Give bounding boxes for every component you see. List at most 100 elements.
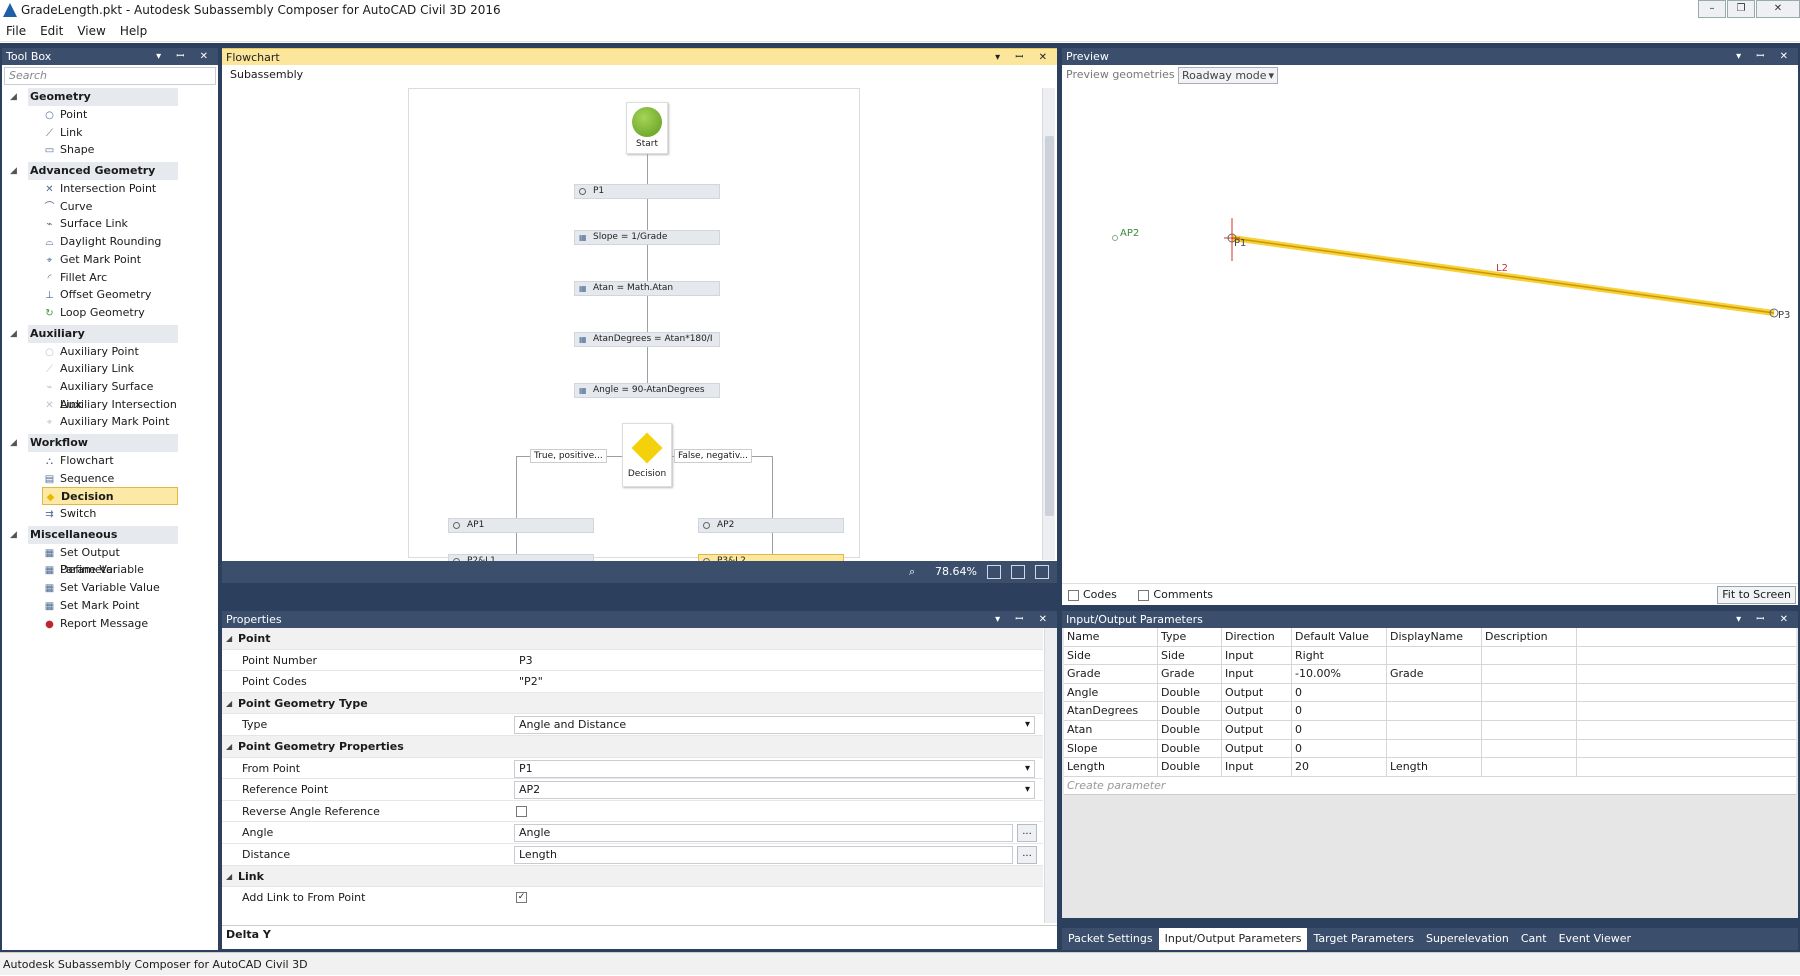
close-button[interactable]: ✕: [1756, 0, 1800, 18]
io-cell[interactable]: Output: [1222, 739, 1292, 758]
flow-node-ap2[interactable]: AP2: [698, 518, 844, 533]
io-cell[interactable]: Double: [1158, 758, 1222, 776]
io-cell[interactable]: [1482, 720, 1577, 739]
tab-superelevation[interactable]: Superelevation: [1420, 928, 1515, 950]
io-row[interactable]: Side Side Input Right: [1064, 646, 1796, 666]
create-parameter-input[interactable]: Create parameter: [1064, 776, 1796, 795]
io-cell[interactable]: [1482, 646, 1577, 665]
property-value-field[interactable]: Length: [514, 845, 1013, 864]
tool-shape[interactable]: ▭ Shape: [2, 141, 178, 159]
toolbox-category[interactable]: ◢ Workflow: [10, 434, 178, 452]
io-cell[interactable]: Right: [1292, 646, 1387, 665]
property-group[interactable]: Link: [222, 865, 1043, 888]
expression-editor-button[interactable]: ...: [1017, 824, 1037, 843]
tool-sequence[interactable]: ▤ Sequence: [2, 470, 178, 488]
toolbox-search-input[interactable]: Search: [4, 67, 216, 85]
subassembly-breadcrumb[interactable]: Subassembly: [222, 65, 1057, 85]
property-group[interactable]: Point: [222, 628, 1043, 650]
io-column-header[interactable]: Description: [1482, 628, 1577, 646]
io-cell[interactable]: Length: [1064, 758, 1158, 776]
true-branch-label[interactable]: True, positive...: [530, 449, 607, 463]
restore-button[interactable]: ❐: [1727, 0, 1755, 18]
tab-packet-settings[interactable]: Packet Settings: [1062, 928, 1159, 950]
property-group[interactable]: Point Geometry Properties: [222, 735, 1043, 758]
flow-node-angle[interactable]: ▦ Angle = 90-AtanDegrees: [574, 383, 720, 398]
menu-view[interactable]: View: [77, 24, 105, 38]
tool-define-variable[interactable]: ▦ Define Variable: [2, 561, 178, 579]
flow-node-atandegrees[interactable]: ▦ AtanDegrees = Atan*180/I: [574, 332, 720, 347]
tool-surface-link[interactable]: ⌁ Surface Link: [2, 215, 178, 233]
tool-loop-geometry[interactable]: ↻ Loop Geometry: [2, 304, 178, 322]
io-cell[interactable]: [1482, 683, 1577, 702]
tool-decision[interactable]: ◆ Decision: [42, 487, 178, 506]
comments-checkbox[interactable]: [1138, 589, 1150, 601]
menu-file[interactable]: File: [6, 24, 26, 38]
toolbox-category[interactable]: ◢ Advanced Geometry: [10, 162, 178, 181]
property-checkbox[interactable]: [516, 805, 527, 817]
fit-to-screen-button[interactable]: Fit to Screen: [1717, 586, 1796, 604]
io-cell[interactable]: 0: [1292, 683, 1387, 702]
io-cell[interactable]: [1482, 665, 1577, 683]
io-cell[interactable]: Double: [1158, 739, 1222, 758]
io-cell[interactable]: [1387, 720, 1482, 739]
io-row[interactable]: Length Double Input 20 Length: [1064, 758, 1796, 777]
io-column-header[interactable]: Type: [1158, 628, 1222, 646]
property-select[interactable]: AP2: [514, 781, 1035, 800]
io-cell[interactable]: Output: [1222, 702, 1292, 720]
property-select[interactable]: P1: [514, 759, 1035, 778]
property-value-field[interactable]: "P2": [514, 673, 1035, 691]
io-cell[interactable]: [1387, 702, 1482, 720]
io-cell[interactable]: -10.00%: [1292, 665, 1387, 683]
minimize-button[interactable]: –: [1698, 0, 1726, 18]
io-cell[interactable]: [1387, 683, 1482, 702]
toolbox-category[interactable]: ◢ Miscellaneous: [10, 525, 178, 544]
properties-scrollbar[interactable]: [1044, 628, 1057, 923]
io-cell[interactable]: Input: [1222, 758, 1292, 776]
io-cell[interactable]: Side: [1158, 646, 1222, 665]
panel-pin-close-icons[interactable]: ▾ ꟷ ✕: [1736, 611, 1794, 628]
panel-pin-close-icons[interactable]: ▾ ꟷ ✕: [995, 49, 1053, 66]
preview-mode-select[interactable]: Roadway mode: [1178, 67, 1278, 84]
tool-daylight-rounding[interactable]: ⌓ Daylight Rounding: [2, 233, 178, 251]
tool-set-variable-value[interactable]: ▦ Set Variable Value: [2, 579, 178, 597]
tool-switch[interactable]: ⇉ Switch: [2, 505, 178, 523]
io-cell[interactable]: [1482, 758, 1577, 776]
flow-node-p1[interactable]: P1: [574, 184, 720, 199]
tool-intersection-point[interactable]: ✕ Intersection Point: [2, 180, 178, 198]
panel-pin-close-icons[interactable]: ▾ ꟷ ✕: [1736, 48, 1794, 65]
io-cell[interactable]: 0: [1292, 702, 1387, 720]
io-cell[interactable]: Length: [1387, 758, 1482, 776]
io-cell[interactable]: Grade: [1064, 665, 1158, 683]
start-node[interactable]: Start: [626, 102, 668, 154]
io-column-header[interactable]: Direction: [1222, 628, 1292, 646]
io-column-header[interactable]: DisplayName: [1387, 628, 1482, 646]
io-cell[interactable]: Output: [1222, 683, 1292, 702]
panel-pin-close-icons[interactable]: ▾ ꟷ ✕: [995, 611, 1053, 628]
tab-event-viewer[interactable]: Event Viewer: [1553, 928, 1637, 950]
flow-node-slope[interactable]: ▦ Slope = 1/Grade: [574, 230, 720, 245]
io-cell[interactable]: [1387, 739, 1482, 758]
collapse-arrow-icon[interactable]: ◢: [10, 88, 17, 106]
io-cell[interactable]: Input: [1222, 665, 1292, 683]
io-row[interactable]: Angle Double Output 0: [1064, 683, 1796, 703]
io-cell[interactable]: Grade: [1387, 665, 1482, 683]
tool-set-mark-point[interactable]: ▦ Set Mark Point: [2, 597, 178, 615]
tool-offset-geometry[interactable]: ⊥ Offset Geometry: [2, 286, 178, 304]
io-cell[interactable]: Grade: [1158, 665, 1222, 683]
preview-canvas[interactable]: AP2 P1 L2 P3: [1064, 86, 1796, 584]
zoom-dropdown-icon[interactable]: [987, 565, 1001, 579]
io-cell[interactable]: 0: [1292, 720, 1387, 739]
property-value-field[interactable]: Angle: [514, 824, 1013, 843]
toolbox-category[interactable]: ◢ Geometry: [10, 88, 178, 106]
tool-point[interactable]: ○ Point: [2, 106, 178, 124]
io-row[interactable]: Grade Grade Input -10.00% Grade: [1064, 665, 1796, 684]
codes-checkbox[interactable]: [1068, 589, 1079, 601]
property-group[interactable]: Point Geometry Type: [222, 692, 1043, 715]
collapse-arrow-icon[interactable]: ◢: [10, 526, 17, 544]
overview-icon[interactable]: [1035, 565, 1049, 579]
flowchart-scrollbar[interactable]: [1042, 88, 1055, 560]
property-value-field[interactable]: P3: [514, 652, 1035, 670]
tab-input-output-parameters[interactable]: Input/Output Parameters: [1158, 928, 1308, 950]
tool-auxiliary-intersection[interactable]: ✕ Auxiliary Intersection: [2, 396, 178, 414]
property-checkbox[interactable]: ✓: [516, 892, 527, 904]
